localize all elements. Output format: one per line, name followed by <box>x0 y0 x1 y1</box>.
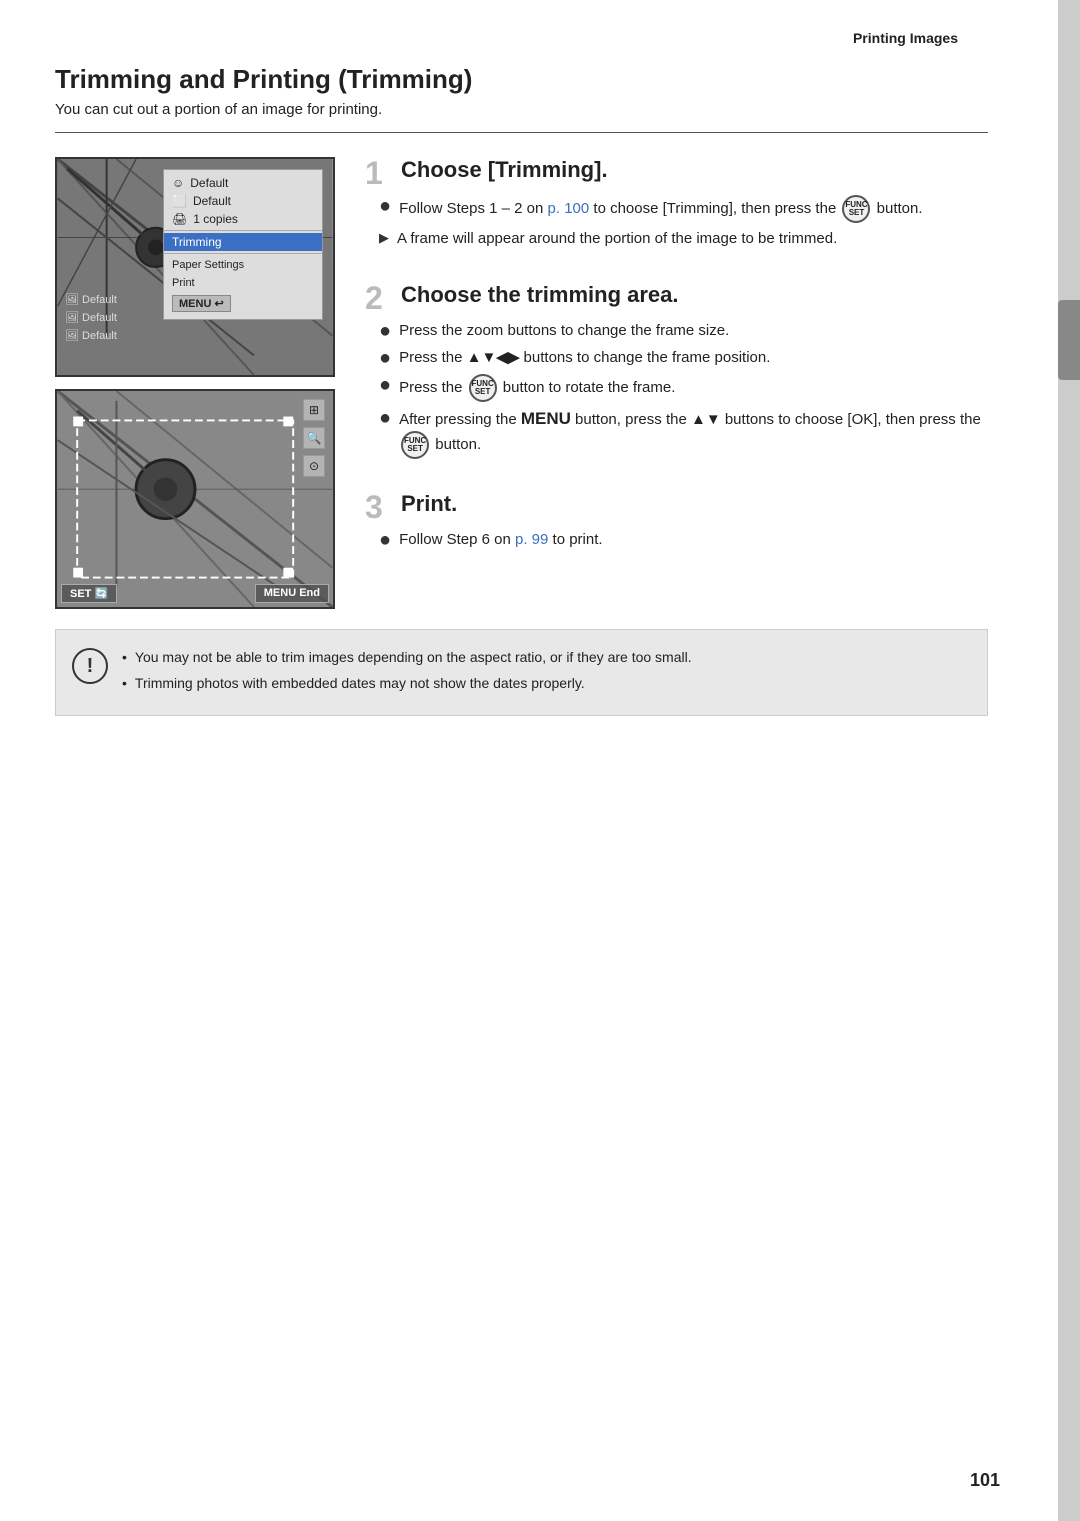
bullet-dot-2-4: ● <box>379 407 391 429</box>
bullet-dot-1: ● <box>379 195 391 217</box>
step-2-bullet-2: ● Press the ▲▼◀▶ buttons to change the f… <box>379 347 988 369</box>
menu-bold-label: MENU <box>521 409 571 428</box>
menu-panel: ☺ Default ⬜ Default 🖨 1 copies Trimming <box>163 169 323 320</box>
note-bullet-dot-2: • <box>122 672 127 694</box>
step-1-bullets: ● Follow Steps 1 – 2 on p. 100 to choose… <box>365 195 988 250</box>
step-3-header: 3 Print. <box>365 491 988 523</box>
left-icon-1: 🖼 Default <box>65 291 117 309</box>
sc2-icons: ⊞ 🔍 ⊙ <box>303 399 325 477</box>
left-icon-2: 🖼 Default <box>65 309 117 327</box>
step-2-title: Choose the trimming area. <box>401 282 679 308</box>
bullet-dot-2-3: ● <box>379 374 391 396</box>
main-content: ☺ Default ⬜ Default 🖨 1 copies Trimming <box>55 157 988 609</box>
note-bullet-1: • You may not be able to trim images dep… <box>122 646 692 668</box>
step-2-bullets: ● Press the zoom buttons to change the f… <box>365 320 988 460</box>
page-title: Trimming and Printing (Trimming) <box>55 64 988 95</box>
note-bullet-dot-1: • <box>122 646 127 668</box>
menu-button: MENU ↩ <box>172 295 231 312</box>
step-1-bullet-2: ▶ A frame will appear around the portion… <box>379 228 988 250</box>
note-text-1: You may not be able to trim images depen… <box>135 646 692 668</box>
menu-label-copies: 1 copies <box>193 212 238 226</box>
step-2-bullet-4-text: After pressing the MENU button, press th… <box>399 407 988 460</box>
step-1-bullet-1: ● Follow Steps 1 – 2 on p. 100 to choose… <box>379 195 988 223</box>
bullet-dot-3-1: ● <box>379 529 391 551</box>
step-2-bullet-3-text: Press the FUNCSET button to rotate the f… <box>399 374 675 402</box>
left-icon-3: 🖼 Default <box>65 327 117 345</box>
sc2-set-button: SET 🔄 <box>61 584 117 603</box>
bullet-triangle-1: ▶ <box>379 228 389 248</box>
menu-print-label: Print <box>172 277 195 289</box>
screenshots-column: ☺ Default ⬜ Default 🖨 1 copies Trimming <box>55 157 335 609</box>
screenshot-menu: ☺ Default ⬜ Default 🖨 1 copies Trimming <box>55 157 335 377</box>
func-set-button-2: FUNCSET <box>469 374 497 402</box>
sc2-icon-option: ⊙ <box>303 455 325 477</box>
left-icons: 🖼 Default 🖼 Default 🖼 Default <box>65 291 117 345</box>
link-p100[interactable]: p. 100 <box>548 200 590 217</box>
menu-bottom-menu: MENU ↩ <box>164 292 322 315</box>
step-3-bullet-1: ● Follow Step 6 on p. 99 to print. <box>379 529 988 551</box>
page-subtitle: You can cut out a portion of an image fo… <box>55 101 988 118</box>
step-3-number: 3 <box>365 491 393 523</box>
right-bar <box>1058 0 1080 1521</box>
step-2-bullet-1: ● Press the zoom buttons to change the f… <box>379 320 988 342</box>
link-p99[interactable]: p. 99 <box>515 531 548 548</box>
step-2-bullet-3: ● Press the FUNCSET button to rotate the… <box>379 374 988 402</box>
menu-divider <box>164 230 322 231</box>
step-2-header: 2 Choose the trimming area. <box>365 282 988 314</box>
menu-row-trimming: Trimming <box>164 233 322 251</box>
step-2-bullet-1-text: Press the zoom buttons to change the fra… <box>399 320 729 342</box>
step-1-block: 1 Choose [Trimming]. ● Follow Steps 1 – … <box>365 157 988 250</box>
step-3-bullet-1-text: Follow Step 6 on p. 99 to print. <box>399 529 602 551</box>
sc2-icon-zoom: ⊞ <box>303 399 325 421</box>
menu-divider2 <box>164 253 322 254</box>
divider <box>55 132 988 133</box>
step-2-number: 2 <box>365 282 393 314</box>
step-2-bullet-4: ● After pressing the MENU button, press … <box>379 407 988 460</box>
right-bar-accent <box>1058 300 1080 380</box>
func-set-button-3: FUNCSET <box>401 431 429 459</box>
menu-label-default1: Default <box>190 176 228 190</box>
note-icon: ! <box>72 648 108 684</box>
header-title: Printing Images <box>55 30 988 46</box>
step-1-number: 1 <box>365 157 393 189</box>
bullet-dot-2-1: ● <box>379 320 391 342</box>
step-1-bullet-1-text: Follow Steps 1 – 2 on p. 100 to choose [… <box>399 195 922 223</box>
menu-icon-print: 🖨 <box>172 212 187 226</box>
menu-row-default1: ☺ Default <box>164 174 322 192</box>
note-icon-symbol: ! <box>87 655 94 678</box>
step-1-bullet-2-text: A frame will appear around the portion o… <box>397 228 837 250</box>
camera-image-2 <box>57 391 333 607</box>
menu-bottom-print: Print <box>164 274 322 292</box>
menu-icon-smile: ☺ <box>172 176 184 190</box>
menu-paper-settings-label: Paper Settings <box>172 259 244 271</box>
bullet-dot-2-2: ● <box>379 347 391 369</box>
menu-row-default2: ⬜ Default <box>164 192 322 210</box>
step-3-block: 3 Print. ● Follow Step 6 on p. 99 to pri… <box>365 491 988 551</box>
step-1-title: Choose [Trimming]. <box>401 157 608 183</box>
screenshot-trim: ⊞ 🔍 ⊙ SET 🔄 MENU End <box>55 389 335 609</box>
menu-label-default2: Default <box>193 194 231 208</box>
sc2-menu-end-button: MENU End <box>255 584 329 603</box>
func-set-button-1: FUNCSET <box>842 195 870 223</box>
step-2-bullet-2-text: Press the ▲▼◀▶ buttons to change the fra… <box>399 347 770 369</box>
sc2-bottom-bar: SET 🔄 MENU End <box>61 584 329 603</box>
menu-icon-camera: ⬜ <box>172 194 187 208</box>
steps-column: 1 Choose [Trimming]. ● Follow Steps 1 – … <box>365 157 988 583</box>
step-3-bullets: ● Follow Step 6 on p. 99 to print. <box>365 529 988 551</box>
menu-row-copies: 🖨 1 copies <box>164 210 322 228</box>
note-bullet-2: • Trimming photos with embedded dates ma… <box>122 672 692 694</box>
sc2-icon-rotate: 🔍 <box>303 427 325 449</box>
note-content: • You may not be able to trim images dep… <box>122 646 692 699</box>
step-1-header: 1 Choose [Trimming]. <box>365 157 988 189</box>
page-number: 101 <box>970 1470 1000 1491</box>
menu-label-trimming: Trimming <box>172 235 222 249</box>
step-2-block: 2 Choose the trimming area. ● Press the … <box>365 282 988 460</box>
note-text-2: Trimming photos with embedded dates may … <box>135 672 585 694</box>
menu-bottom-paper: Paper Settings <box>164 256 322 274</box>
step-3-title: Print. <box>401 491 457 517</box>
note-box: ! • You may not be able to trim images d… <box>55 629 988 716</box>
